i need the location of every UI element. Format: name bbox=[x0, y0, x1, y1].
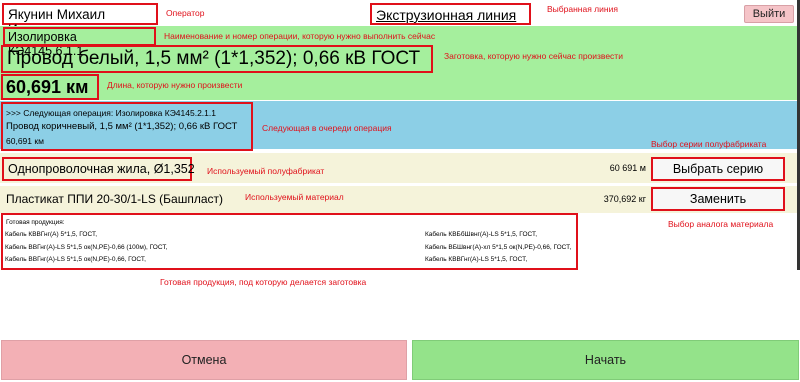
products-left-list: Кабель КВВГнг(А) 5*1,5, ГОСТ, Кабель ВВГ… bbox=[5, 229, 167, 267]
blank-product: Провод белый, 1,5 мм² (1*1,352); 0,66 кВ… bbox=[1, 45, 433, 73]
annotation-length: Длина, которую нужно произвести bbox=[107, 80, 243, 90]
operator-name: Якунин Михаил Иванович bbox=[2, 3, 158, 37]
operation-name: Изолировка КЭ4145.6.1.1 bbox=[3, 27, 156, 58]
annotation-blank: Заготовка, которую нужно сейчас произвес… bbox=[444, 51, 623, 61]
annotation-next: Следующая в очереди операция bbox=[262, 123, 392, 133]
semi-product-qty: 60 691 м bbox=[609, 163, 646, 173]
cancel-button[interactable]: Отмена bbox=[1, 340, 407, 380]
annotation-operator: Оператор bbox=[166, 8, 205, 18]
annotation-semi: Используемый полуфабрикат bbox=[207, 166, 325, 176]
next-operation-length: 60,691 км bbox=[6, 136, 44, 146]
annotation-material: Используемый материал bbox=[245, 192, 344, 202]
select-series-button[interactable]: Выбрать серию bbox=[651, 157, 785, 181]
next-operation-title: >>> Следующая операция: Изолировка КЭ414… bbox=[6, 108, 216, 118]
list-item: Кабель ВВГнг(А)-LS 5*1,5 ок(N,PE)-0,66 (… bbox=[5, 243, 168, 251]
products-right-list: Кабель КВБбШвнг(А)-LS 5*1,5, ГОСТ, Кабел… bbox=[425, 229, 571, 267]
list-item: Кабель ВВГнг(А)-LS 5*1,5 ок(N,PE)-0,66, … bbox=[5, 256, 146, 263]
material-name: Пластикат ППИ 20-30/1-LS (Башпласт) bbox=[6, 192, 224, 206]
annotation-analog: Выбор аналога материала bbox=[668, 219, 774, 229]
annotation-operation: Наименование и номер операции, которую н… bbox=[164, 31, 436, 41]
list-item: Кабель КВБбШвнг(А)-LS 5*1,5, ГОСТ, bbox=[425, 231, 538, 238]
list-item: Кабель ВБШвнг(А)-хл 5*1,5 ок(N,PE)-0,66,… bbox=[425, 243, 572, 251]
next-operation: >>> Следующая операция: Изолировка КЭ414… bbox=[1, 102, 253, 151]
replace-material-button[interactable]: Заменить bbox=[651, 187, 785, 211]
production-line[interactable]: Экструзионная линия 70-4 bbox=[370, 3, 531, 39]
start-button[interactable]: Начать bbox=[412, 340, 799, 380]
material-qty: 370,692 кг bbox=[603, 194, 646, 204]
annotation-series: Выбор серии полуфабриката bbox=[651, 139, 767, 149]
next-operation-product: Провод коричневый, 1,5 мм² (1*1,352); 0,… bbox=[6, 121, 238, 132]
list-item: Кабель КВВГнг(А) 5*1,5, ГОСТ, bbox=[5, 231, 98, 238]
exit-button[interactable]: Выйти bbox=[744, 5, 794, 23]
products-title: Готовая продукция: bbox=[6, 219, 65, 226]
semi-product-name: Однопроволочная жила, Ø1,352 bbox=[2, 157, 195, 181]
list-item: Кабель КВВГнг(А)-LS 5*1,5, ГОСТ, bbox=[425, 256, 528, 263]
annotation-line: Выбранная линия bbox=[547, 4, 618, 14]
annotation-products: Готовая продукция, под которую делается … bbox=[160, 277, 367, 287]
required-length: 60,691 км bbox=[1, 74, 99, 100]
